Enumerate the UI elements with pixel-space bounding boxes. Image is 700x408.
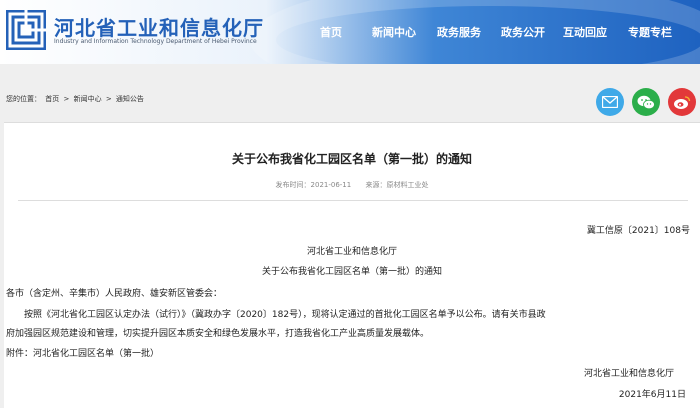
site-header: 河北省工业和信息化厅 Industry and Information Tech… bbox=[0, 0, 700, 64]
article-title: 关于公布我省化工园区名单（第一批）的通知 bbox=[231, 152, 472, 166]
breadcrumb: 您的位置： 首页 > 新闻中心 > 通知公告 bbox=[6, 94, 146, 104]
document-issuer: 河北省工业和信息化厅 bbox=[306, 247, 397, 257]
weibo-icon bbox=[674, 95, 691, 109]
document-signature: 河北省工业和信息化厅 bbox=[583, 369, 674, 379]
mail-icon bbox=[602, 96, 618, 108]
site-subtitle: Industry and Information Technology Depa… bbox=[54, 38, 257, 45]
breadcrumb-item-home[interactable]: 首页 bbox=[45, 95, 59, 103]
share-wechat-button[interactable] bbox=[632, 88, 660, 116]
breadcrumb-separator: > bbox=[63, 95, 70, 103]
notice-title: 关于公布我省化工园区名单（第一批）的通知 bbox=[261, 267, 442, 277]
article-panel: 关于公布我省化工园区名单（第一批）的通知 发布时间：2021-06-11 来源：… bbox=[4, 122, 700, 408]
breadcrumb-bar bbox=[0, 64, 700, 120]
article-meta: 发布时间：2021-06-11 来源：原材料工业处 bbox=[4, 180, 700, 190]
department-logo-icon[interactable] bbox=[6, 10, 46, 50]
breadcrumb-prefix: 您的位置： bbox=[6, 95, 41, 103]
body-paragraph-line-2: 府加强园区规范建设和管理，切实提升园区本质安全和绿色发展水平，打造我省化工产业高… bbox=[6, 329, 430, 339]
share-weibo-button[interactable] bbox=[668, 88, 696, 116]
nav-item-public-affairs[interactable]: 政务公开 bbox=[501, 24, 545, 40]
title-divider bbox=[18, 200, 688, 201]
breadcrumb-item-news[interactable]: 新闻中心 bbox=[74, 95, 102, 103]
body-paragraph-line-1: 按照《河北省化工园区认定办法（试行）》（冀政办字〔2020〕182号），现将认定… bbox=[24, 310, 546, 320]
nav-item-news[interactable]: 新闻中心 bbox=[372, 24, 416, 40]
breadcrumb-item-notices[interactable]: 通知公告 bbox=[116, 95, 144, 103]
nav-item-interaction[interactable]: 互动回应 bbox=[563, 24, 607, 40]
share-mail-button[interactable] bbox=[596, 88, 624, 116]
document-date: 2021年6月11日 bbox=[618, 390, 686, 400]
wechat-icon bbox=[637, 95, 655, 109]
breadcrumb-separator: > bbox=[105, 95, 112, 103]
attachment-link[interactable]: 附件：河北省化工园区名单（第一批） bbox=[6, 346, 159, 359]
site-title[interactable]: 河北省工业和信息化厅 bbox=[54, 12, 264, 41]
nav-item-home[interactable]: 首页 bbox=[320, 24, 342, 40]
publish-time: 发布时间：2021-06-11 bbox=[275, 181, 352, 189]
nav-item-services[interactable]: 政务服务 bbox=[437, 24, 481, 40]
article-source: 来源：原材料工业处 bbox=[365, 181, 429, 189]
document-addressee: 各市（含定州、辛集市）人民政府、雄安新区管委会： bbox=[6, 289, 223, 299]
document-number: 冀工信原〔2021〕108号 bbox=[586, 226, 690, 236]
nav-item-special-topics[interactable]: 专题专栏 bbox=[628, 24, 672, 40]
